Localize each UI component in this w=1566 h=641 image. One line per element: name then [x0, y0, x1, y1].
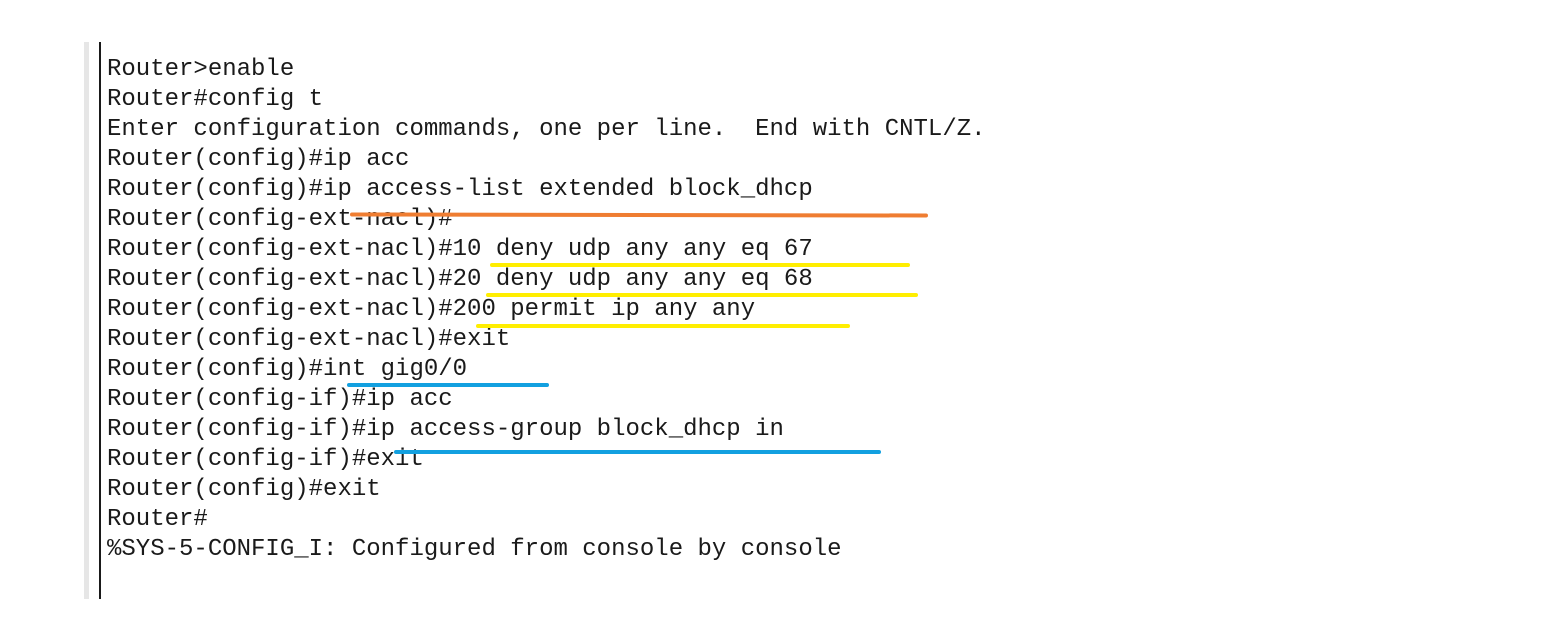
yellow-underline-rule-200	[476, 324, 850, 328]
terminal-line: Router(config-ext-nacl)#200 permit ip an…	[107, 296, 756, 323]
blue-underline-interface	[347, 383, 549, 387]
terminal-line: Router(config-ext-nacl)#10 deny udp any …	[107, 236, 813, 263]
blue-underline-access-group	[394, 450, 881, 454]
terminal-line: Router#config t	[107, 86, 324, 113]
yellow-underline-rule-10	[490, 263, 910, 267]
terminal-line: Router(config-ext-nacl)#20 deny udp any …	[107, 266, 813, 293]
terminal-line: Router>enable	[107, 56, 295, 83]
terminal-line: Router(config-ext-nacl)#exit	[107, 326, 511, 353]
terminal-line: Router(config)#ip access-list extended b…	[107, 176, 813, 203]
terminal-line: Router(config-ext-nacl)#	[107, 206, 453, 233]
terminal-line: Router(config)#ip acc	[107, 146, 410, 173]
yellow-underline-rule-20	[486, 293, 918, 297]
terminal-line: Router(config)#int gig0/0	[107, 356, 468, 383]
terminal-line: Router(config)#exit	[107, 476, 381, 503]
gutter-dark-bar	[99, 42, 101, 599]
terminal-line: %SYS-5-CONFIG_I: Configured from console…	[107, 536, 842, 563]
terminal-output: Router>enable Router#config t Enter config…	[107, 55, 986, 565]
terminal-line: Router(config-if)#ip acc	[107, 386, 453, 413]
terminal-line: Router#	[107, 506, 208, 533]
gutter-light-bar	[84, 42, 89, 599]
terminal-line: Router(config-if)#ip access-group block_…	[107, 416, 784, 443]
terminal-line: Enter configuration commands, one per li…	[107, 116, 986, 143]
